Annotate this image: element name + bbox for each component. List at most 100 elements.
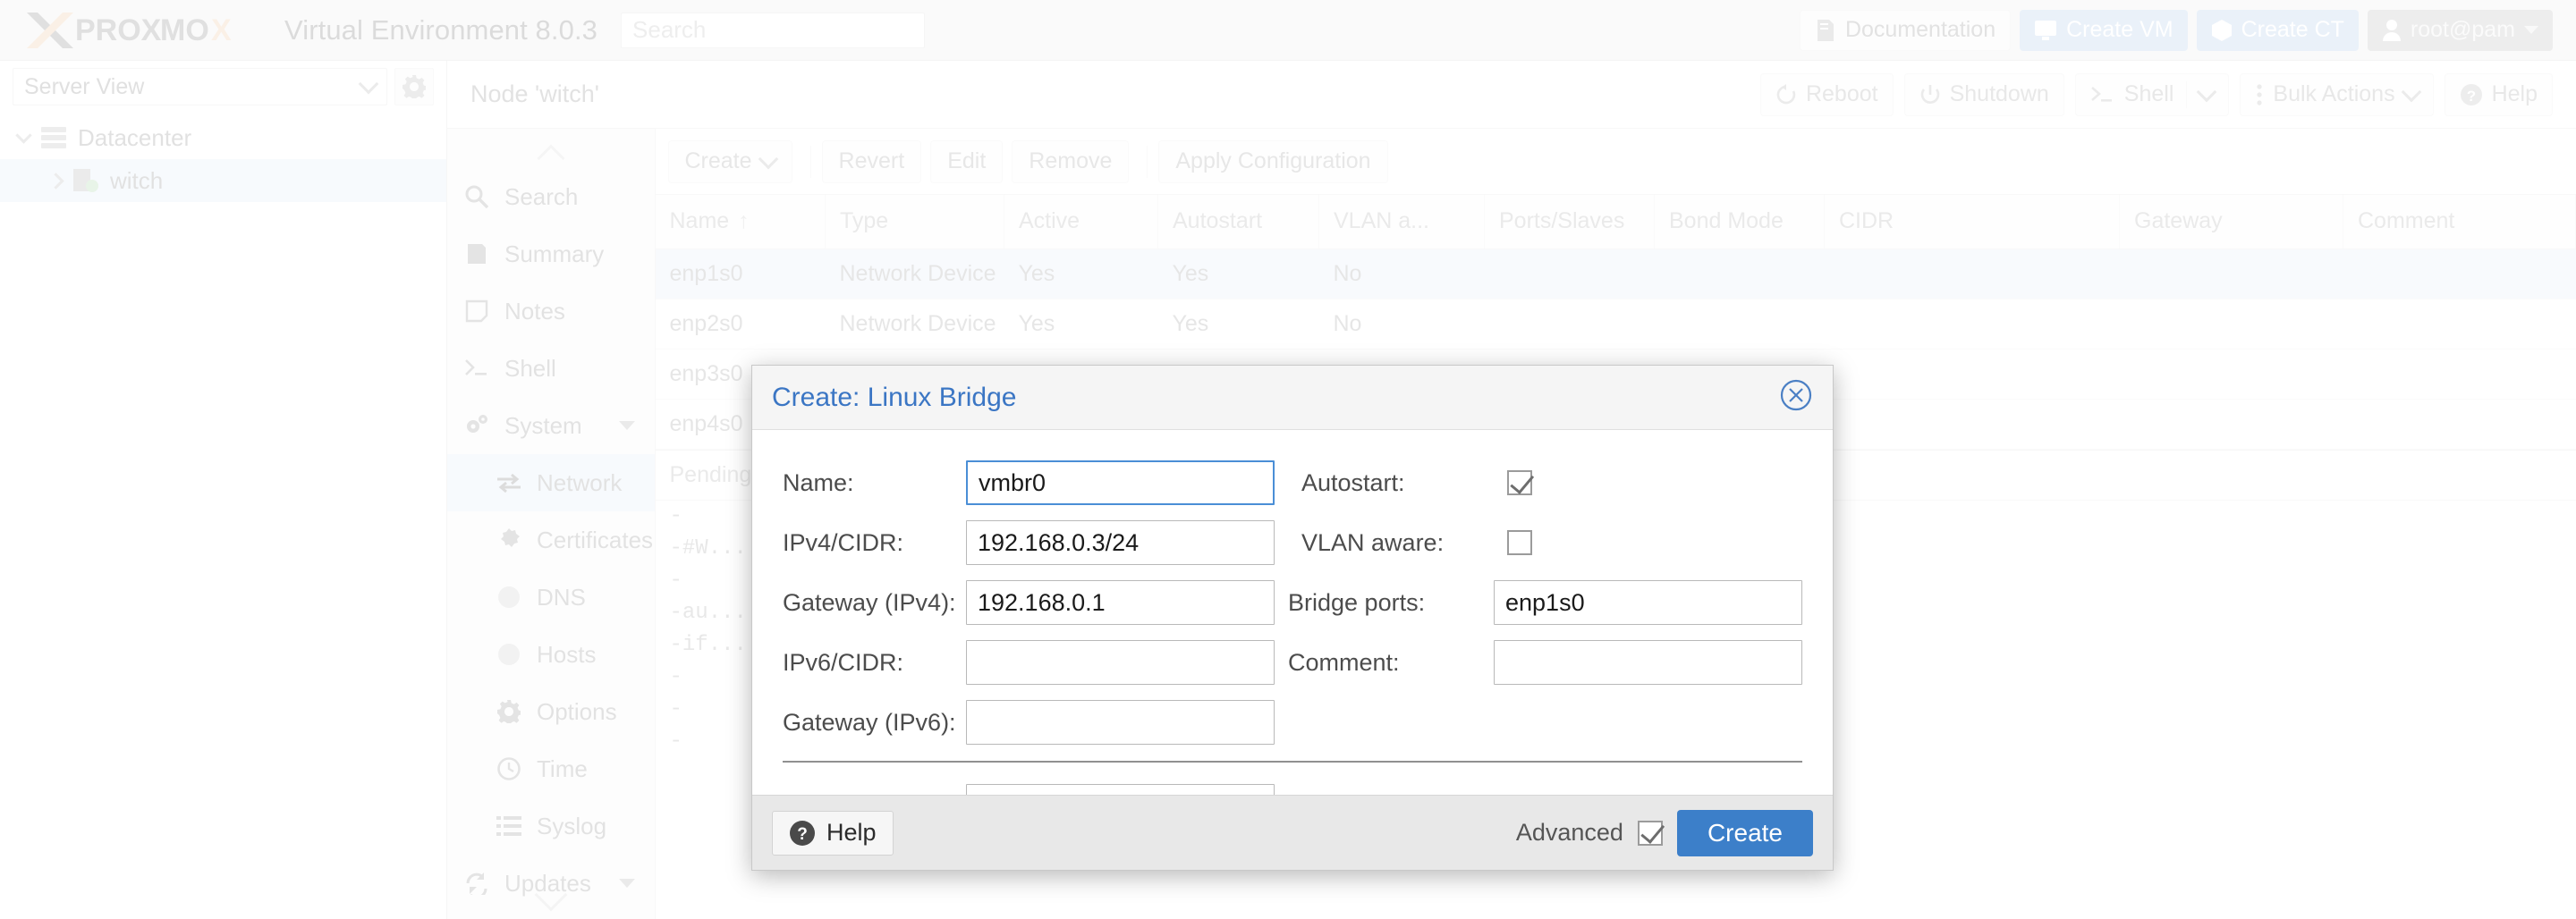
name-input[interactable]: vmbr0 bbox=[966, 460, 1275, 505]
nav-item-certificates[interactable]: Certificates bbox=[447, 511, 655, 569]
documentation-button[interactable]: Documentation bbox=[1800, 10, 2011, 51]
grid-remove-button[interactable]: Remove bbox=[1012, 140, 1129, 183]
proxmox-logo[interactable]: PROX MO X bbox=[25, 9, 272, 52]
nav-item-system[interactable]: System bbox=[447, 397, 655, 454]
nav-item-search[interactable]: Search bbox=[447, 168, 655, 225]
col-comment[interactable]: Comment bbox=[2343, 195, 2576, 249]
grid-revert-button[interactable]: Revert bbox=[822, 140, 922, 183]
cell-vlan: No bbox=[1319, 249, 1485, 299]
nav-label: Shell bbox=[504, 355, 556, 383]
close-icon[interactable] bbox=[1779, 378, 1813, 417]
dialog-body: Name: vmbr0 Autostart: IPv4/CIDR: 192.16… bbox=[752, 430, 1833, 829]
grid-edit-button[interactable]: Edit bbox=[930, 140, 1003, 183]
datacenter-icon bbox=[40, 126, 67, 149]
col-active[interactable]: Active bbox=[1004, 195, 1158, 249]
nav-item-shell[interactable]: Shell bbox=[447, 340, 655, 397]
bulk-actions-button[interactable]: Bulk Actions bbox=[2240, 73, 2433, 116]
chevron-down-icon[interactable] bbox=[2401, 81, 2421, 102]
shutdown-label: Shutdown bbox=[1950, 81, 2049, 107]
cell-type: Network Device bbox=[826, 299, 1004, 349]
col-cidr[interactable]: CIDR bbox=[1825, 195, 2120, 249]
col-ports-slaves[interactable]: Ports/Slaves bbox=[1485, 195, 1655, 249]
nav-label: Notes bbox=[504, 298, 565, 325]
nav-collapse-up[interactable] bbox=[447, 141, 655, 168]
tree-item-label: Datacenter bbox=[78, 124, 191, 152]
nav-item-syslog[interactable]: Syslog bbox=[447, 797, 655, 855]
gateway-ipv6-input[interactable] bbox=[966, 700, 1275, 745]
advanced-checkbox[interactable] bbox=[1638, 821, 1663, 846]
col-autostart[interactable]: Autostart bbox=[1158, 195, 1319, 249]
col-type[interactable]: Type bbox=[826, 195, 1004, 249]
svg-text:PROX: PROX bbox=[75, 13, 162, 47]
cell-cidr bbox=[1825, 399, 2120, 449]
nav-item-options[interactable]: Options bbox=[447, 683, 655, 740]
autostart-checkbox[interactable] bbox=[1507, 470, 1532, 495]
user-menu-button[interactable]: root@pam bbox=[2368, 10, 2553, 51]
gateway-ipv4-input[interactable]: 192.168.0.1 bbox=[966, 580, 1275, 625]
ipv4-input[interactable]: 192.168.0.3/24 bbox=[966, 520, 1275, 565]
comment-input[interactable] bbox=[1494, 640, 1802, 685]
tree-item-witch[interactable]: witch bbox=[0, 159, 446, 202]
nav-collapse-down[interactable] bbox=[447, 883, 655, 906]
col-bond-mode[interactable]: Bond Mode bbox=[1655, 195, 1825, 249]
reboot-button[interactable]: Reboot bbox=[1760, 73, 1894, 116]
col-gateway[interactable]: Gateway bbox=[2120, 195, 2343, 249]
grid-create-button[interactable]: Create bbox=[668, 140, 792, 183]
nav-item-network[interactable]: Network bbox=[447, 454, 655, 511]
divider bbox=[2186, 81, 2187, 108]
nav-label: System bbox=[504, 412, 582, 440]
tree-item-datacenter[interactable]: Datacenter bbox=[0, 116, 446, 159]
grid-revert-label: Revert bbox=[839, 148, 905, 174]
nav-item-dns[interactable]: DNS bbox=[447, 569, 655, 626]
chevron-right-icon[interactable] bbox=[47, 173, 64, 189]
nav-item-hosts[interactable]: Hosts bbox=[447, 626, 655, 683]
cell-bond bbox=[1655, 249, 1825, 299]
help-button[interactable]: ? Help bbox=[2445, 73, 2553, 116]
cell-active: Yes bbox=[1004, 249, 1158, 299]
global-search-input[interactable]: Search bbox=[621, 13, 925, 48]
grid-apply-configuration-button[interactable]: Apply Configuration bbox=[1158, 140, 1387, 183]
col-name[interactable]: Name↑ bbox=[656, 195, 826, 249]
dialog-help-button[interactable]: ? Help bbox=[772, 811, 894, 856]
dialog-footer-right: Advanced Create bbox=[1516, 810, 1813, 856]
bridge-ports-input[interactable]: enp1s0 bbox=[1494, 580, 1802, 625]
bridge-ports-label: Bridge ports: bbox=[1288, 589, 1494, 617]
container-box-icon bbox=[2211, 19, 2233, 42]
create-ct-button[interactable]: Create CT bbox=[2197, 10, 2359, 51]
chevron-down-icon[interactable] bbox=[2197, 81, 2217, 102]
dialog-create-button[interactable]: Create bbox=[1677, 810, 1813, 856]
terminal-icon bbox=[463, 358, 490, 379]
vertical-dots-icon bbox=[2255, 84, 2264, 105]
comment-label: Comment: bbox=[1288, 649, 1494, 677]
divider bbox=[810, 146, 811, 178]
ipv6-input[interactable] bbox=[966, 640, 1275, 685]
shell-button[interactable]: Shell bbox=[2075, 73, 2230, 116]
gear-icon bbox=[496, 700, 522, 723]
vlan-aware-checkbox[interactable] bbox=[1507, 530, 1532, 555]
shutdown-button[interactable]: Shutdown bbox=[1904, 73, 2064, 116]
col-vlan-aware[interactable]: VLAN a... bbox=[1319, 195, 1485, 249]
dialog-header: Create: Linux Bridge bbox=[752, 366, 1833, 430]
sidebar-settings-button[interactable] bbox=[394, 68, 434, 105]
globe-icon bbox=[496, 643, 522, 666]
create-vm-button[interactable]: Create VM bbox=[2020, 10, 2187, 51]
server-view-select[interactable]: Server View bbox=[13, 68, 387, 105]
nav-item-notes[interactable]: Notes bbox=[447, 282, 655, 340]
cell-gateway bbox=[2120, 249, 2343, 299]
monitor-icon bbox=[2034, 20, 2057, 41]
nav-item-summary[interactable]: Summary bbox=[447, 225, 655, 282]
caret-down-icon[interactable] bbox=[619, 421, 635, 430]
node-nav-menu: Search Summary Notes bbox=[447, 129, 656, 919]
nav-item-time[interactable]: Time bbox=[447, 740, 655, 797]
autostart-label: Autostart: bbox=[1301, 469, 1507, 497]
cell-gateway bbox=[2120, 299, 2343, 349]
page-title: Node 'witch' bbox=[470, 80, 599, 108]
nav-label: Hosts bbox=[537, 641, 596, 669]
cell-gateway bbox=[2120, 399, 2343, 449]
svg-text:X: X bbox=[211, 13, 232, 47]
chevron-up-icon bbox=[537, 144, 564, 172]
table-row[interactable]: enp1s0 Network Device Yes Yes No bbox=[656, 249, 2576, 299]
cell-cidr bbox=[1825, 249, 2120, 299]
table-row[interactable]: enp2s0 Network Device Yes Yes No bbox=[656, 299, 2576, 349]
chevron-down-icon[interactable] bbox=[15, 127, 31, 143]
